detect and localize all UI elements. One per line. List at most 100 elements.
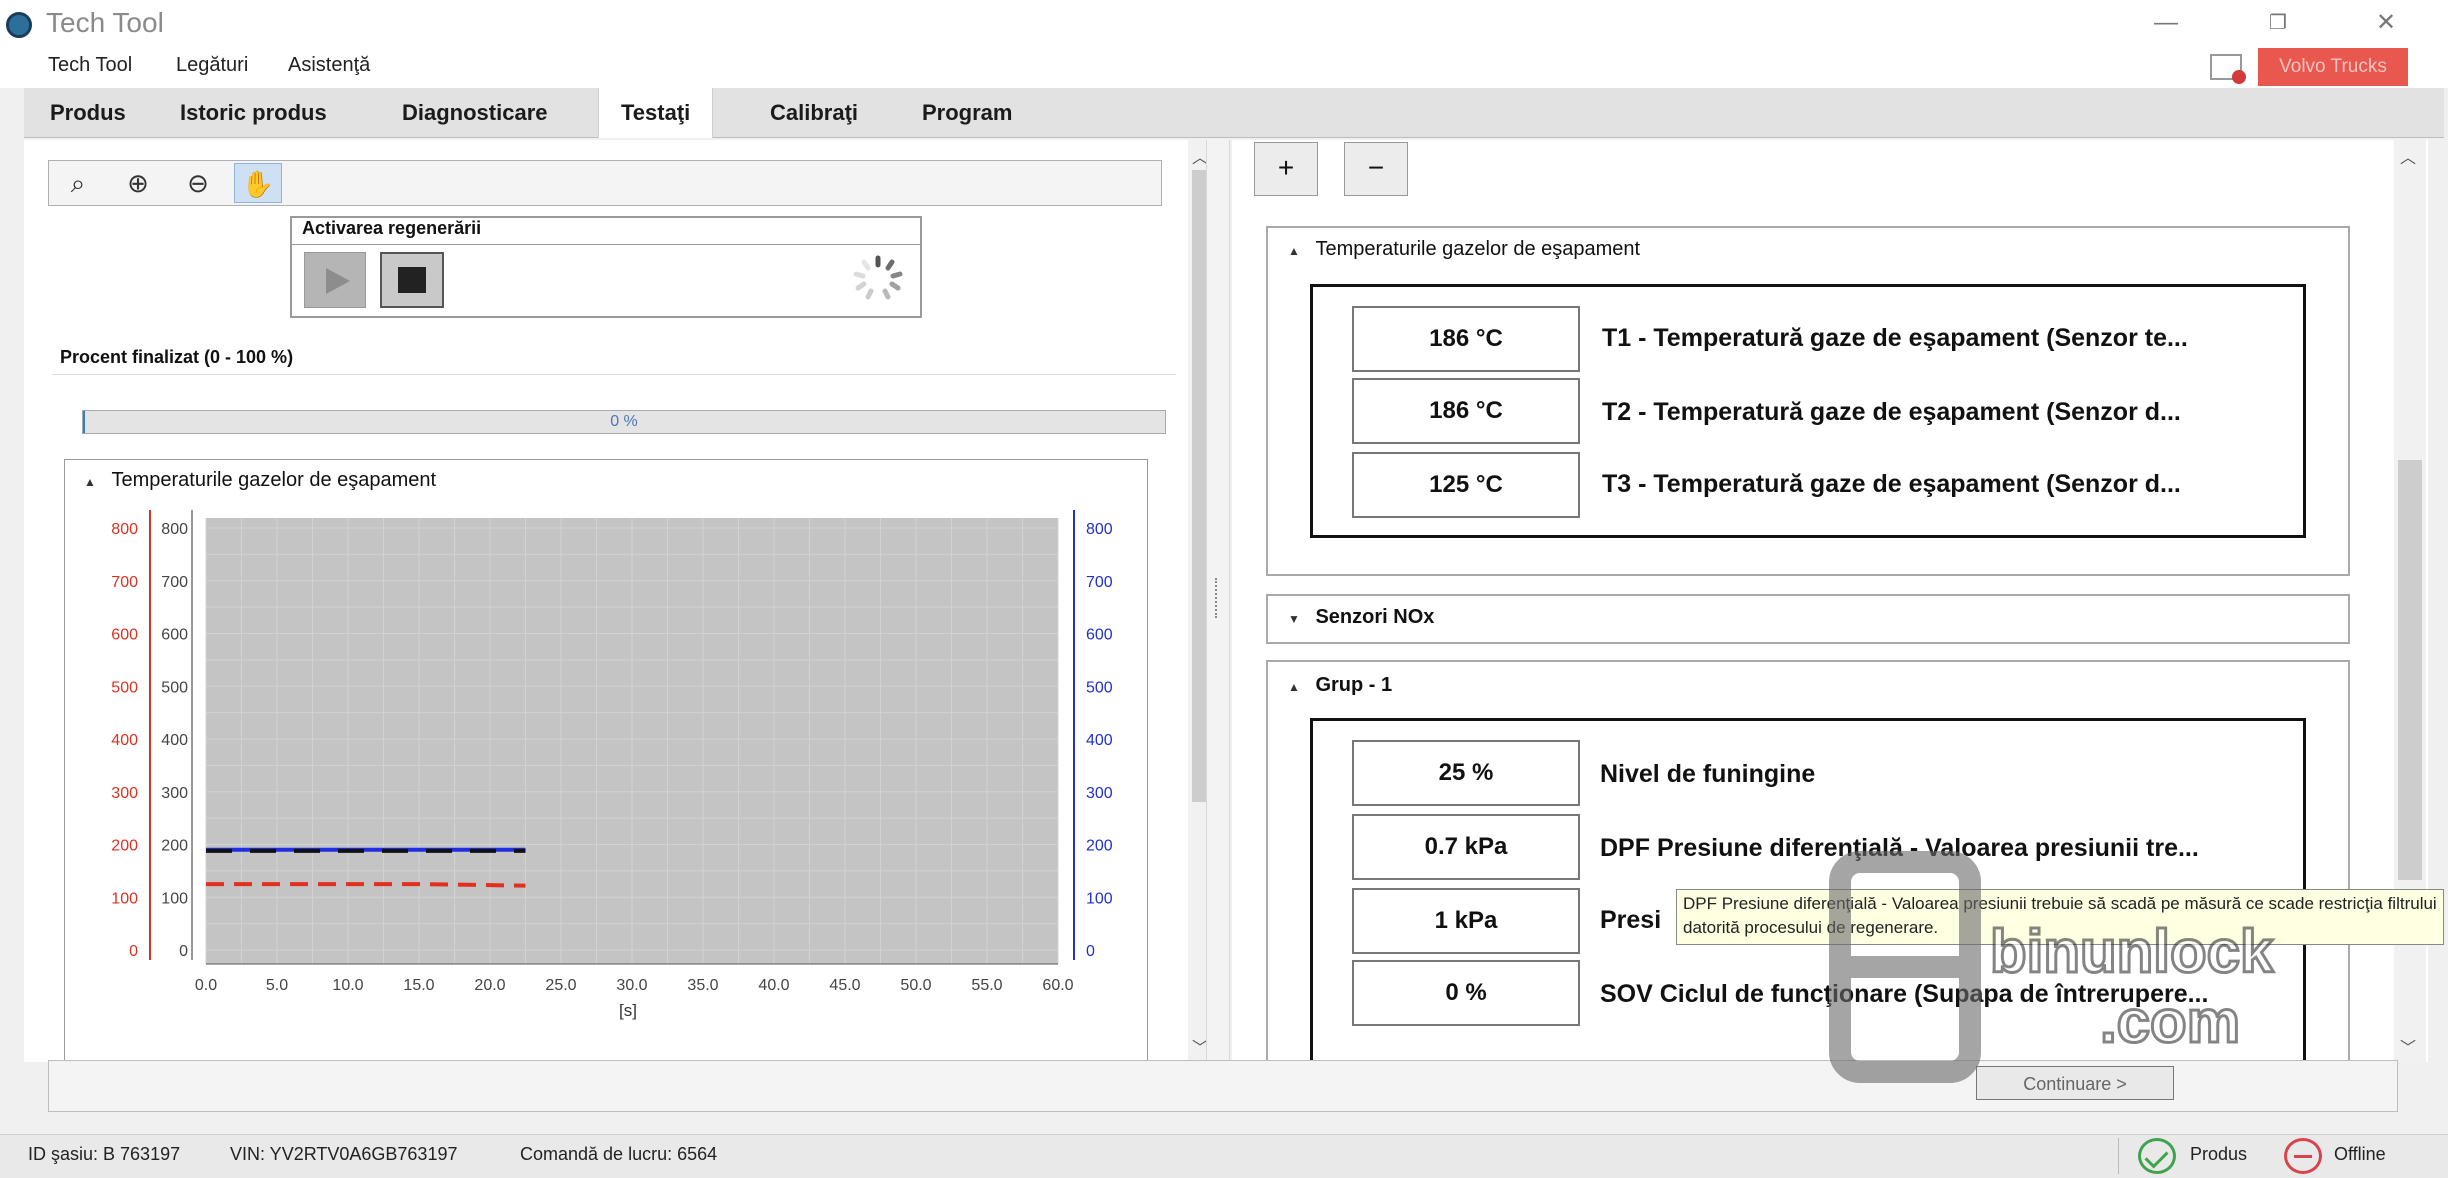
dpf-pressure-value: 0.7 kPa <box>1352 814 1580 880</box>
soot-level-value: 25 % <box>1352 740 1580 806</box>
scroll-up-icon[interactable]: ︿ <box>2400 144 2416 168</box>
y-tick-label-left-inner: 700 <box>161 574 188 591</box>
regeneration-title: Activarea regenerării <box>302 218 482 238</box>
y-tick-label-left-inner: 300 <box>161 785 188 802</box>
stop-regeneration-button[interactable] <box>380 252 444 308</box>
busy-spinner-icon <box>853 255 903 300</box>
pressure-label: Presi <box>1600 906 1662 934</box>
brand-button[interactable]: Volvo Trucks <box>2258 48 2408 86</box>
zoom-in-icon[interactable]: ⊕ <box>114 163 162 203</box>
x-tick-label: 0.0 <box>195 977 217 994</box>
watermark-text: binunlock <box>1990 918 2274 985</box>
x-tick-label: 50.0 <box>900 977 931 994</box>
tab-product[interactable]: Produs <box>28 88 148 138</box>
section-title-nox[interactable]: ▼ Senzori NOx <box>1288 606 1434 629</box>
x-tick-label: 10.0 <box>332 977 363 994</box>
t1-value: 186 °C <box>1352 306 1580 372</box>
x-axis-label: [s] <box>619 1001 637 1020</box>
binunlock-watermark-logo: binunlock .com <box>1829 851 2275 1083</box>
close-button[interactable]: ✕ <box>2366 6 2406 40</box>
connection-status[interactable]: Offline <box>2334 1144 2386 1165</box>
work-order: Comandă de lucru: 6564 <box>520 1144 718 1164</box>
tab-program[interactable]: Program <box>900 88 1034 138</box>
menu-assistance[interactable]: Asistenţă <box>288 54 370 77</box>
pressure-value: 1 kPa <box>1352 888 1580 954</box>
x-tick-label: 20.0 <box>474 977 505 994</box>
y-tick-label-left-outer: 0 <box>129 943 138 960</box>
y-tick-label-left-inner: 200 <box>161 838 188 855</box>
tech-tool-logo-icon <box>6 12 32 38</box>
y-tick-label-left-outer: 700 <box>111 574 138 591</box>
progress-value: 0 % <box>610 413 638 430</box>
x-tick-label: 15.0 <box>403 977 434 994</box>
y-tick-label-left-outer: 500 <box>111 679 138 696</box>
y-tick-label-right: 400 <box>1086 732 1113 749</box>
y-tick-label-right: 100 <box>1086 890 1113 907</box>
maximize-button[interactable]: ❐ <box>2258 6 2298 40</box>
x-tick-label: 25.0 <box>545 977 576 994</box>
expand-caret-icon[interactable]: ▼ <box>1288 612 1300 626</box>
product-status[interactable]: Produs <box>2190 1144 2247 1165</box>
title-bar: Tech Tool — ❐ ✕ <box>0 0 2448 46</box>
y-tick-label-left-outer: 400 <box>111 732 138 749</box>
y-tick-label-left-outer: 800 <box>111 521 138 538</box>
splitter-grip-icon <box>1215 578 1219 618</box>
t1-label: T1 - Temperatură gaze de eşapament (Senz… <box>1602 324 2188 352</box>
y-tick-label-right: 700 <box>1086 574 1113 591</box>
x-tick-label: 40.0 <box>758 977 789 994</box>
menu-bar: Tech Tool Legături Asistenţă <box>0 46 2448 88</box>
exhaust-temperature-chart: 0 0 0 100 100 100 200 200 200 300 300 300 400 400 400 5… <box>111 510 1113 1020</box>
x-tick-label: 30.0 <box>616 977 647 994</box>
y-tick-label-left-inner: 600 <box>161 627 188 644</box>
y-tick-label-right: 300 <box>1086 785 1113 802</box>
tab-test[interactable]: Testaţi <box>598 88 714 138</box>
tab-bar: Produs Istoric produs Diagnosticare Test… <box>24 88 2444 138</box>
zoom-out-icon[interactable]: ⊖ <box>174 163 222 203</box>
progress-divider <box>52 374 1176 375</box>
hand-pan-icon[interactable]: ✋ <box>234 163 282 203</box>
zoom-fit-icon[interactable]: ⌕ <box>54 163 102 203</box>
vin-number: VIN: YV2RTV0A6GB763197 <box>230 1144 458 1164</box>
x-tick-label: 45.0 <box>829 977 860 994</box>
notification-flag-icon[interactable] <box>2210 54 2246 84</box>
y-tick-label-right: 800 <box>1086 521 1113 538</box>
collapse-caret-icon[interactable]: ▲ <box>84 475 96 489</box>
minimize-button[interactable]: — <box>2146 6 2186 40</box>
start-regeneration-button[interactable] <box>304 252 366 308</box>
sov-duty-cycle-value: 0 % <box>1352 960 1580 1026</box>
offline-icon <box>2284 1138 2322 1174</box>
pane-splitter[interactable] <box>1206 140 1230 1062</box>
tab-calibrate[interactable]: Calibraţi <box>748 88 880 138</box>
y-tick-label-right: 500 <box>1086 679 1113 696</box>
tab-diagnostics[interactable]: Diagnosticare <box>380 88 570 138</box>
x-tick-label: 5.0 <box>266 977 288 994</box>
product-ok-icon <box>2138 1138 2176 1174</box>
y-tick-label-left-outer: 200 <box>111 838 138 855</box>
section-title-exhaust[interactable]: ▲ Temperaturile gazelor de eşapament <box>1288 238 1640 261</box>
y-tick-label-left-inner: 800 <box>161 521 188 538</box>
menu-links[interactable]: Legături <box>176 54 248 77</box>
y-tick-label-left-outer: 600 <box>111 627 138 644</box>
menu-tech-tool[interactable]: Tech Tool <box>48 54 132 77</box>
status-divider <box>2118 1138 2119 1174</box>
chassis-id: ID şasiu: B 763197 <box>28 1144 181 1164</box>
t3-value: 125 °C <box>1352 452 1580 518</box>
regeneration-divider <box>292 244 920 245</box>
expand-all-button[interactable]: + <box>1254 142 1318 196</box>
right-scrollbar-thumb[interactable] <box>2398 460 2422 880</box>
y-tick-label-right: 0 <box>1086 943 1095 960</box>
y-tick-label-right: 200 <box>1086 838 1113 855</box>
y-tick-label-left-inner: 500 <box>161 679 188 696</box>
collapse-all-button[interactable]: − <box>1344 142 1408 196</box>
collapse-caret-icon[interactable]: ▲ <box>1288 244 1300 258</box>
soot-level-label: Nivel de funingine <box>1600 760 1816 788</box>
section-title-group-1[interactable]: ▲ Grup - 1 <box>1288 674 1392 697</box>
y-tick-label-left-inner: 400 <box>161 732 188 749</box>
chart-panel-title: ▲ Temperaturile gazelor de eşapament <box>84 469 437 491</box>
collapse-caret-icon[interactable]: ▲ <box>1288 680 1300 694</box>
watermark-subtext: .com <box>2100 988 2240 1055</box>
y-tick-label-right: 600 <box>1086 627 1113 644</box>
y-tick-label-left-outer: 300 <box>111 785 138 802</box>
tab-product-history[interactable]: Istoric produs <box>158 88 349 138</box>
x-tick-label: 35.0 <box>687 977 718 994</box>
